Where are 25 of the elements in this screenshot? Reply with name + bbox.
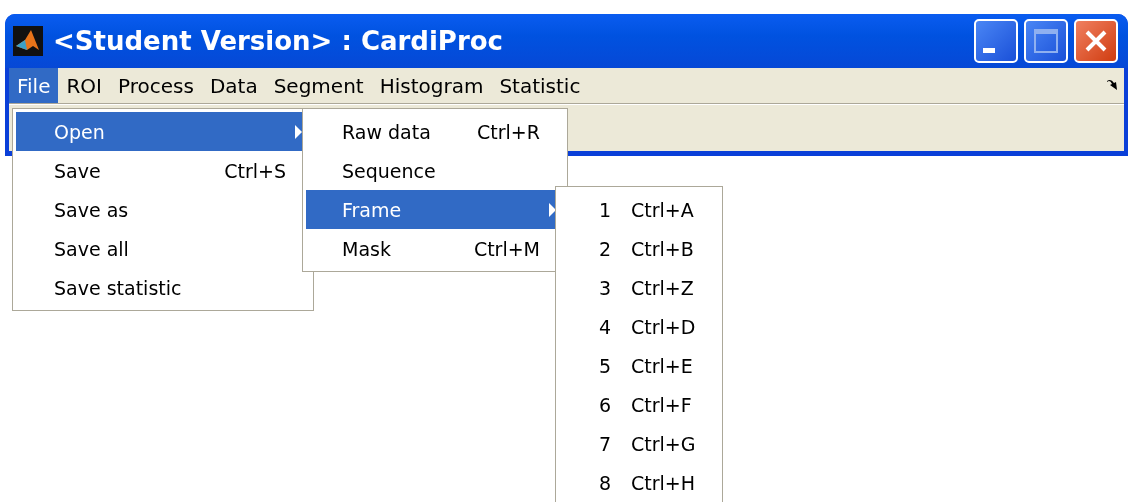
maximize-button[interactable]: [1024, 19, 1068, 63]
maximize-icon: [1032, 27, 1060, 55]
close-icon: [1083, 28, 1109, 54]
menu-item[interactable]: 8 Ctrl+H: [559, 463, 719, 502]
menu-item[interactable]: 6 Ctrl+F: [559, 385, 719, 424]
app-logo-icon: [13, 26, 43, 56]
menu-bar-item[interactable]: Data: [201, 68, 266, 103]
close-button[interactable]: [1074, 19, 1118, 63]
menu-item[interactable]: 4 Ctrl+D: [559, 307, 719, 346]
minimize-icon: [983, 47, 995, 53]
menu-bar-item[interactable]: ROI: [58, 68, 110, 103]
menu-item[interactable]: Save statistic: [16, 268, 310, 307]
menu-item[interactable]: Sequence: [306, 151, 564, 190]
menu-item[interactable]: 3 Ctrl+Z: [559, 268, 719, 307]
menu-bar-item[interactable]: File: [9, 68, 59, 103]
window-title: <Student Version> : CardiProc: [53, 26, 504, 56]
menu-bar-item[interactable]: Segment: [265, 68, 372, 103]
minimize-button[interactable]: [974, 19, 1018, 63]
menu-item[interactable]: 2 Ctrl+B: [559, 229, 719, 268]
menu-bar-item[interactable]: Statistic: [491, 68, 589, 103]
dock-arrow-icon[interactable]: [1106, 79, 1118, 91]
menu-item[interactable]: 7 Ctrl+G: [559, 424, 719, 463]
menu-bar-item[interactable]: Process: [110, 68, 202, 103]
menu-item[interactable]: 5 Ctrl+E: [559, 346, 719, 385]
menu-bar-item[interactable]: Histogram: [371, 68, 492, 103]
